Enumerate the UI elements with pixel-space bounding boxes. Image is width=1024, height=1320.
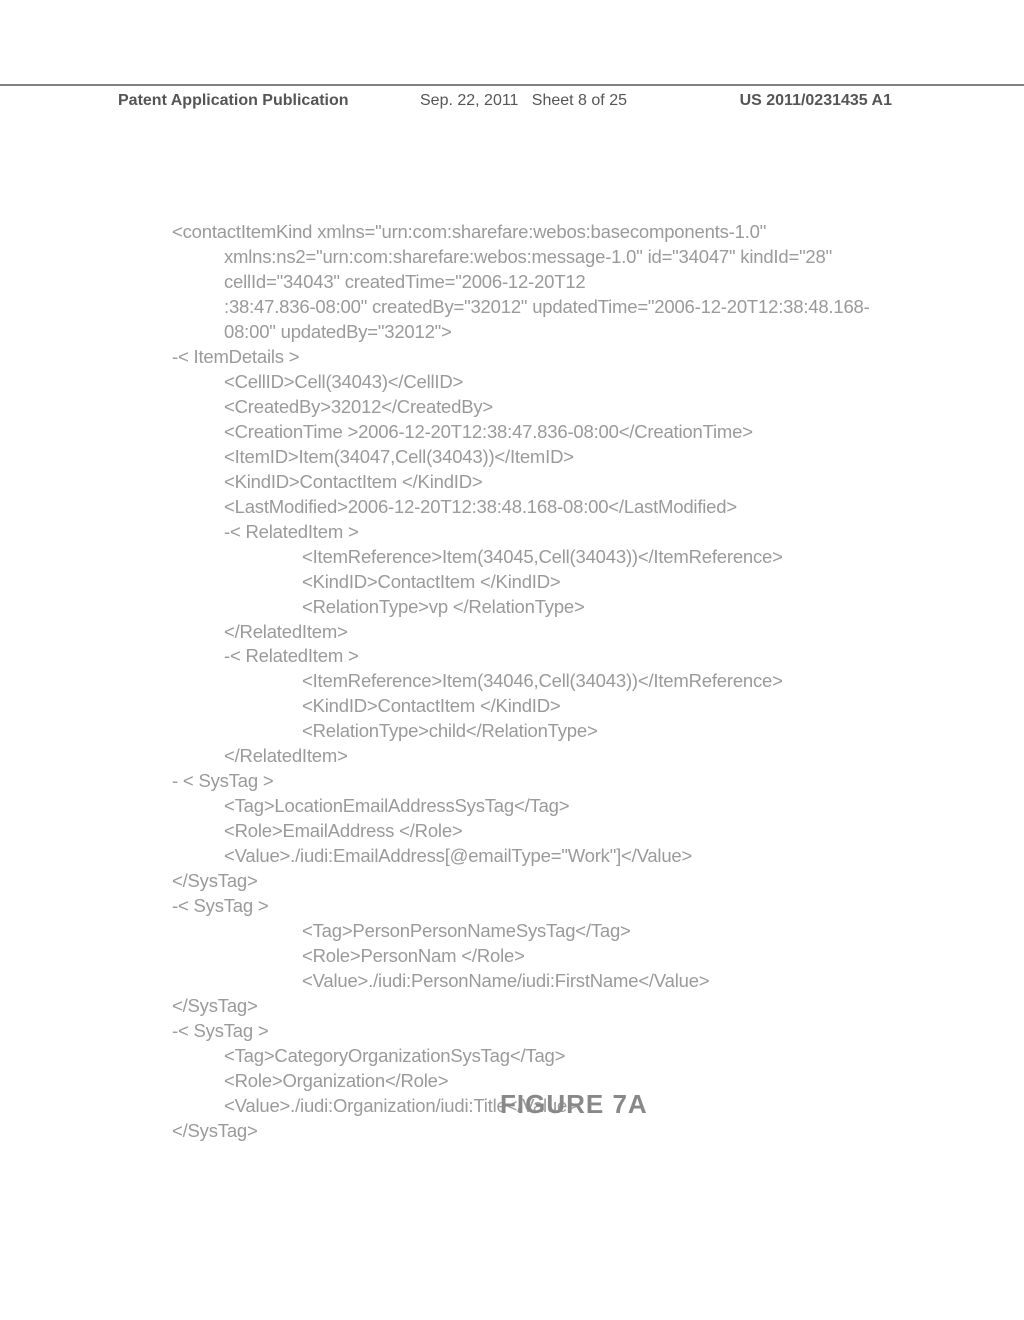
- code-line: </SysTag>: [172, 869, 906, 894]
- code-line: <Value>./iudi:EmailAddress[@emailType="W…: [172, 844, 906, 869]
- code-line: <Role>EmailAddress </Role>: [172, 819, 906, 844]
- code-line: </RelatedItem>: [172, 620, 906, 645]
- code-line: <Value>./iudi:PersonName/iudi:FirstName<…: [172, 969, 906, 994]
- code-line: <contactItemKind xmlns="urn:com:sharefar…: [172, 220, 906, 245]
- code-line: <RelationType>child</RelationType>: [172, 719, 906, 744]
- pub-date: Sep. 22, 2011: [420, 92, 518, 109]
- code-line: <RelationType>vp </RelationType>: [172, 595, 906, 620]
- code-line: <ItemReference>Item(34046,Cell(34043))</…: [172, 669, 906, 694]
- code-line: <CellID>Cell(34043)</CellID>: [172, 370, 906, 395]
- code-line: <KindID>ContactItem </KindID>: [172, 570, 906, 595]
- code-line: -< RelatedItem >: [172, 644, 906, 669]
- code-line: <Tag>CategoryOrganizationSysTag</Tag>: [172, 1044, 906, 1069]
- code-line: <ItemID>Item(34047,Cell(34043))</ItemID>: [172, 445, 906, 470]
- code-line: <KindID>ContactItem </KindID>: [172, 694, 906, 719]
- sheet-number: Sheet 8 of 25: [532, 92, 627, 109]
- code-line: </SysTag>: [172, 994, 906, 1019]
- figure-label: FIGURE 7A: [500, 1089, 648, 1120]
- code-line: <Role>PersonNam </Role>: [172, 944, 906, 969]
- code-line: -< SysTag >: [172, 1019, 906, 1044]
- header-center: Sep. 22, 2011 Sheet 8 of 25: [420, 92, 627, 110]
- page-header: Patent Application Publication Sep. 22, …: [0, 84, 1024, 92]
- code-line: :38:47.836-08:00" createdBy="32012" upda…: [172, 295, 906, 345]
- code-line: <LastModified>2006-12-20T12:38:48.168-08…: [172, 495, 906, 520]
- code-line: <KindID>ContactItem </KindID>: [172, 470, 906, 495]
- code-line: xmlns:ns2="urn:com:sharefare:webos:messa…: [172, 245, 906, 295]
- code-line: </RelatedItem>: [172, 744, 906, 769]
- publication-number: US 2011/0231435 A1: [740, 92, 892, 110]
- code-line: -< ItemDetails >: [172, 345, 906, 370]
- code-line: - < SysTag >: [172, 769, 906, 794]
- code-line: <Tag>LocationEmailAddressSysTag</Tag>: [172, 794, 906, 819]
- publication-type: Patent Application Publication: [118, 92, 349, 110]
- code-line: <ItemReference>Item(34045,Cell(34043))</…: [172, 545, 906, 570]
- code-line: <Tag>PersonPersonNameSysTag</Tag>: [172, 919, 906, 944]
- xml-listing: <contactItemKind xmlns="urn:com:sharefar…: [172, 220, 906, 1144]
- code-line: -< RelatedItem >: [172, 520, 906, 545]
- code-line: -< SysTag >: [172, 894, 906, 919]
- code-line: </SysTag>: [172, 1119, 906, 1144]
- code-line: <CreationTime >2006-12-20T12:38:47.836-0…: [172, 420, 906, 445]
- code-line: <CreatedBy>32012</CreatedBy>: [172, 395, 906, 420]
